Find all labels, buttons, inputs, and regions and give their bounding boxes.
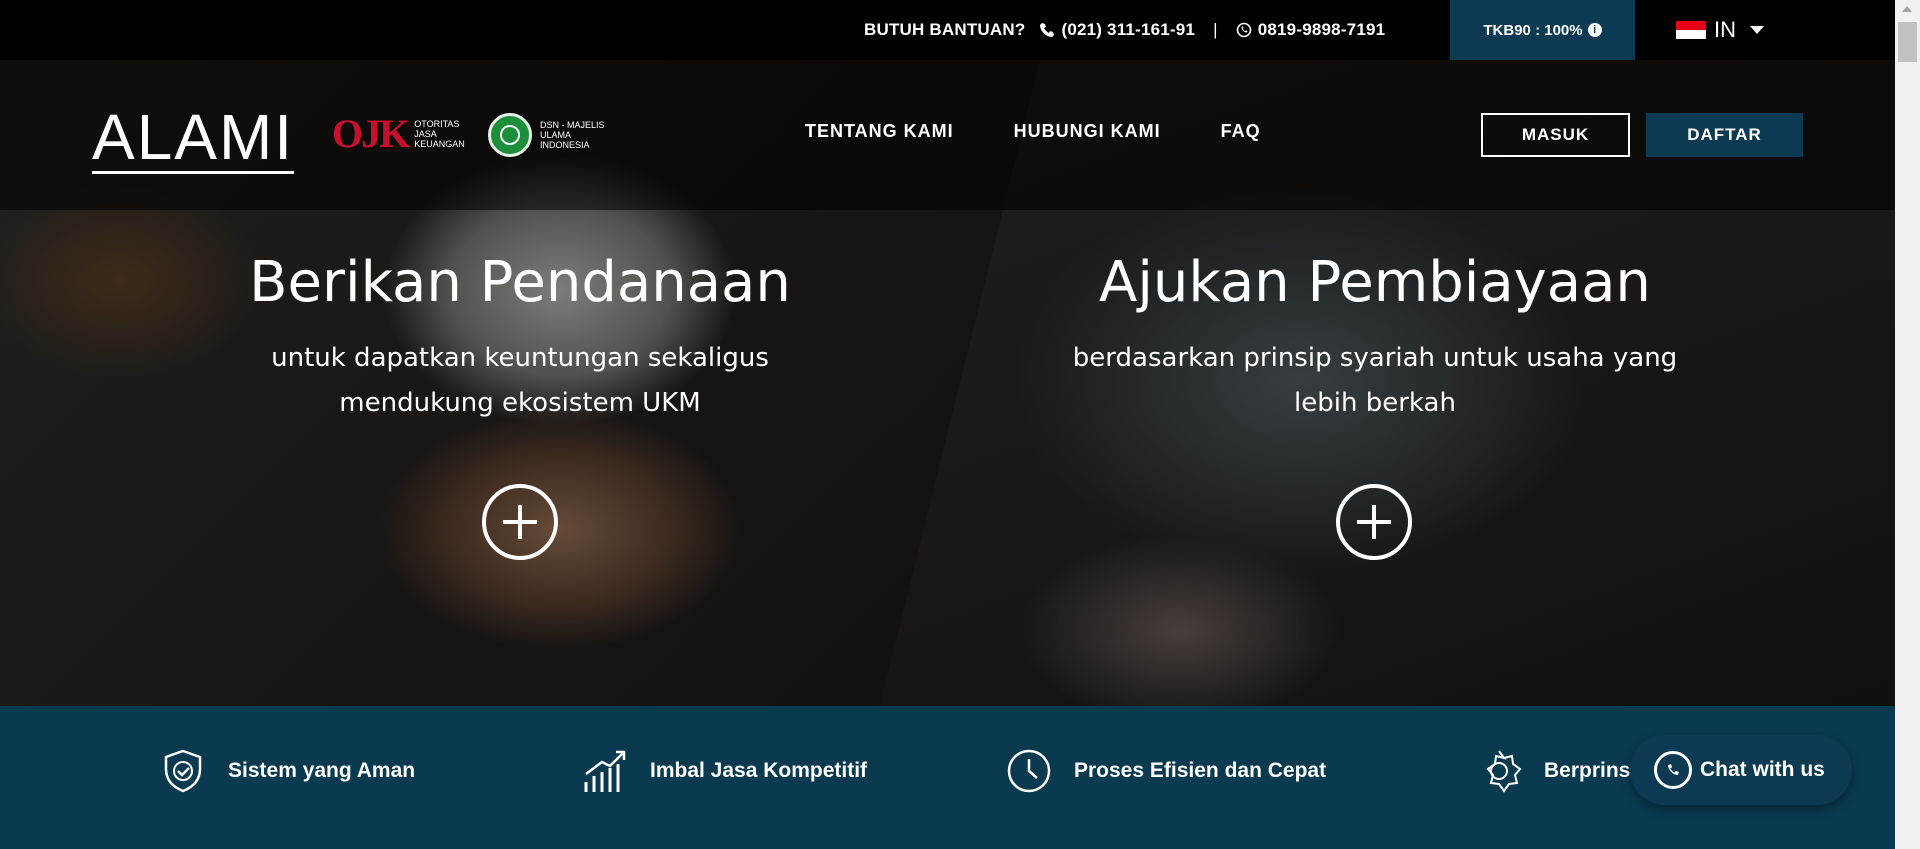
language-label: IN <box>1714 17 1736 42</box>
ojk-mark: OJK <box>332 111 410 156</box>
chat-with-us-button[interactable]: Chat with us <box>1630 735 1852 805</box>
mui-seal-icon <box>488 113 532 157</box>
page-scrollbar[interactable] <box>1895 0 1920 849</box>
indonesia-flag-icon <box>1676 21 1706 39</box>
help-contact: BUTUH BANTUAN? (021) 311-161-91 | 0819-9… <box>864 0 1385 60</box>
info-icon[interactable]: i <box>1587 23 1602 37</box>
language-selector[interactable]: IN <box>1676 0 1764 60</box>
scroll-up-arrow-icon[interactable] <box>1902 6 1912 12</box>
whatsapp-icon <box>1236 22 1252 38</box>
dsn-mui-logo: DSN - MAJELIS ULAMA INDONESIA <box>488 113 610 157</box>
invest-subtitle: untuk dapatkan keuntungan sekaligus mend… <box>271 343 769 418</box>
invest-plus-button[interactable] <box>482 484 558 560</box>
whatsapp-chat-icon <box>1654 751 1692 789</box>
scroll-thumb[interactable] <box>1898 22 1917 62</box>
feature-label: Sistem yang Aman <box>228 759 416 782</box>
shield-check-icon <box>160 748 206 794</box>
ojk-text: OTORITAS JASA KEUANGAN <box>414 118 465 149</box>
nav-faq[interactable]: FAQ <box>1221 121 1261 142</box>
top-bar: BUTUH BANTUAN? (021) 311-161-91 | 0819-9… <box>0 0 1895 60</box>
feature-return: Imbal Jasa Kompetitif <box>582 748 867 794</box>
financing-subtitle: berdasarkan prinsip syariah untuk usaha … <box>1072 343 1678 418</box>
feature-label: Imbal Jasa Kompetitif <box>650 759 868 782</box>
financing-plus-button[interactable] <box>1336 484 1412 560</box>
nav-tentang-kami[interactable]: TENTANG KAMI <box>805 121 954 142</box>
star-badge-icon <box>1476 748 1522 794</box>
help-label: BUTUH BANTUAN? <box>864 20 1026 39</box>
feature-efficient: Proses Efisien dan Cepat <box>1006 748 1326 794</box>
chat-label: Chat with us <box>1700 758 1825 781</box>
financing-column: Ajukan Pembiayaan berdasarkan prinsip sy… <box>1025 250 1725 426</box>
dsn-text: DSN - MAJELIS ULAMA INDONESIA <box>540 120 605 150</box>
register-button[interactable]: DAFTAR <box>1646 113 1803 157</box>
main-nav: TENTANG KAMI HUBUNGI KAMI FAQ <box>805 121 1261 142</box>
nav-hubungi-kami[interactable]: HUBUNGI KAMI <box>1014 121 1161 142</box>
growth-chart-icon <box>582 748 628 794</box>
invest-column: Berikan Pendanaan untuk dapatkan keuntun… <box>170 250 870 426</box>
clock-icon <box>1006 748 1052 794</box>
tkb-label: TKB90 : 100% <box>1483 21 1583 39</box>
feature-label: Proses Efisien dan Cepat <box>1074 759 1327 782</box>
separator: | <box>1213 20 1218 39</box>
login-button[interactable]: MASUK <box>1481 113 1630 157</box>
caret-down-icon <box>1750 26 1764 34</box>
phone-link[interactable]: (021) 311-161-91 <box>1061 20 1195 40</box>
feature-label: Berprins <box>1544 759 1631 782</box>
phone-icon <box>1039 22 1055 38</box>
ojk-logo: OJK OTORITAS JASA KEUANGAN <box>332 110 466 157</box>
tkb-badge[interactable]: TKB90 : 100% i <box>1450 0 1635 60</box>
feature-principle: Berprins <box>1476 748 1630 794</box>
invest-title: Berikan Pendanaan <box>249 250 791 315</box>
feature-secure: Sistem yang Aman <box>160 748 415 794</box>
whatsapp-link[interactable]: 0819-9898-7191 <box>1258 20 1386 40</box>
financing-title: Ajukan Pembiayaan <box>1099 250 1651 315</box>
alami-logo[interactable]: ALAMI <box>92 105 295 174</box>
